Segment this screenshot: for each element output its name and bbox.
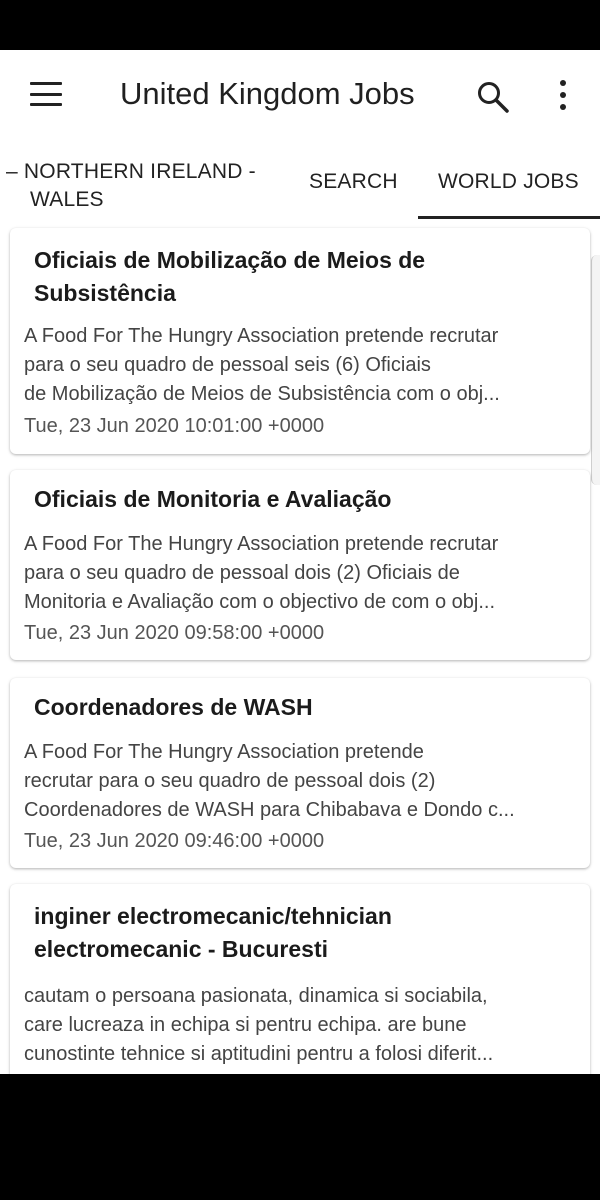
job-description-line: A Food For The Hungry Association preten… <box>24 533 499 555</box>
job-card[interactable]: Oficiais de Mobilização de Meios de Subs… <box>10 228 590 454</box>
job-description: A Food For The Hungry Association preten… <box>24 738 580 825</box>
job-date: Tue, 23 Jun 2020 09:46:00 +0000 <box>24 830 325 852</box>
job-card[interactable]: inginer electromecanic/tehnician electro… <box>10 884 590 1074</box>
app-bar: United Kingdom Jobs <box>0 50 600 142</box>
job-title: Coordenadores de WASH <box>34 694 313 720</box>
search-icon[interactable] <box>476 80 510 114</box>
job-description-line: cautam o persoana pasionata, dinamica si… <box>24 985 488 1007</box>
app-screen: United Kingdom Jobs – NORTHERN IRELAND -… <box>0 50 600 1074</box>
job-date: Tue, 23 Jun 2020 10:01:00 +0000 <box>24 415 325 437</box>
tab-world-jobs[interactable]: WORLD JOBS <box>438 170 579 194</box>
job-date: Tue, 23 Jun 2020 09:58:00 +0000 <box>24 622 325 644</box>
job-description-line: Monitoria e Avaliação com o objectivo de… <box>24 591 495 613</box>
job-title: inginer electromecanic/tehnician electro… <box>34 903 392 962</box>
job-description-line: recrutar para o seu quadro de pessoal do… <box>24 770 436 792</box>
scrollbar[interactable] <box>591 255 600 485</box>
job-description-line: para o seu quadro de pessoal seis (6) Of… <box>24 354 431 376</box>
job-title: Oficiais de Monitoria e Avaliação <box>34 486 392 512</box>
job-description-line: para o seu quadro de pessoal dois (2) Of… <box>24 562 460 584</box>
tab-bar: – NORTHERN IRELAND - WALES SEARCH WORLD … <box>0 150 600 222</box>
job-description: A Food For The Hungry Association preten… <box>24 530 580 617</box>
job-title: Oficiais de Mobilização de Meios de Subs… <box>34 247 426 306</box>
tab-northern-ireland-wales[interactable]: – NORTHERN IRELAND - WALES <box>6 158 286 214</box>
tab-label-line-1: – NORTHERN IRELAND - <box>6 160 256 183</box>
tab-label-line-2: WALES <box>30 188 104 211</box>
job-description-line: A Food For The Hungry Association preten… <box>24 325 499 347</box>
selected-tab-indicator <box>418 216 600 219</box>
job-description-line: care lucreaza in echipa si pentru echipa… <box>24 1014 467 1036</box>
job-description-line: de Mobilização de Meios de Subsistência … <box>24 383 500 405</box>
hamburger-menu-icon[interactable] <box>30 82 62 106</box>
job-description-line: cunostinte tehnice si aptitudini pentru … <box>24 1043 494 1065</box>
more-vert-icon[interactable] <box>555 80 571 110</box>
job-description-line: Coordenadores de WASH para Chibabava e D… <box>24 799 515 821</box>
app-title: United Kingdom Jobs <box>120 76 415 111</box>
job-card[interactable]: Coordenadores de WASH A Food For The Hun… <box>10 678 590 868</box>
job-card[interactable]: Oficiais de Monitoria e Avaliação A Food… <box>10 470 590 660</box>
tab-search[interactable]: SEARCH <box>309 170 398 194</box>
job-description: A Food For The Hungry Association preten… <box>24 322 580 409</box>
job-description-line: A Food For The Hungry Association preten… <box>24 741 424 763</box>
job-description: cautam o persoana pasionata, dinamica si… <box>24 982 580 1069</box>
